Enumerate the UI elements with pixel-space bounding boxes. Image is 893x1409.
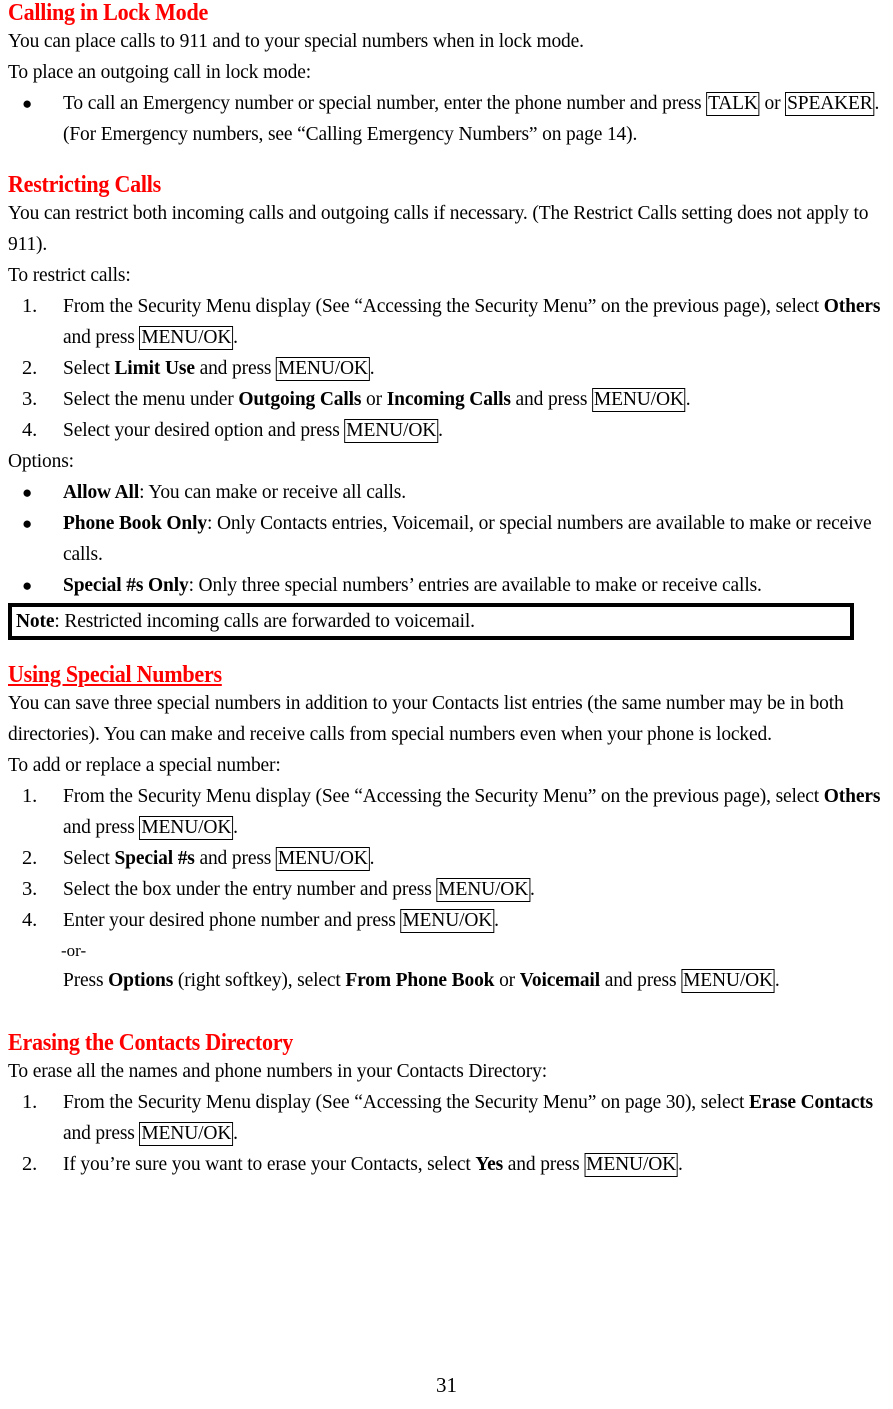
note-label: Note — [16, 610, 55, 632]
table-row: 2. If you’re sure you want to erase your… — [8, 1149, 889, 1180]
alternative-instruction: Press Options (right softkey), select Fr… — [8, 965, 889, 996]
keycap-menu-ok: MENU/OK — [139, 1122, 234, 1146]
note-body: : Restricted incoming calls are forwarde… — [54, 610, 475, 632]
step-text: From the Security Menu display (See “Acc… — [63, 295, 881, 350]
list-item-text: To call an Emergency number or special n… — [63, 92, 880, 145]
list-item: ● To call an Emergency number or special… — [8, 88, 889, 150]
emphasis-text: Yes — [475, 1153, 504, 1175]
emphasis-text: Special #s — [114, 847, 195, 869]
bullet-icon: ● — [22, 94, 33, 113]
emphasis-text: Incoming Calls — [386, 388, 511, 410]
list-item: ● Special #s Only: Only three special nu… — [8, 570, 889, 601]
steps-using-special-numbers: 1. From the Security Menu display (See “… — [8, 781, 889, 936]
table-row: 3. Select the menu under Outgoing Calls … — [8, 384, 889, 415]
step-number: 3. — [22, 388, 38, 410]
emphasis-text: Limit Use — [114, 357, 195, 379]
keycap-menu-ok: MENU/OK — [592, 388, 686, 412]
keycap-menu-ok: MENU/OK — [584, 1153, 678, 1177]
step-text: From the Security Menu display (See “Acc… — [63, 785, 881, 840]
step-number: 4. — [22, 909, 38, 931]
table-row: 3. Select the box under the entry number… — [8, 874, 889, 905]
keycap-menu-ok: MENU/OK — [139, 326, 234, 350]
step-number: 1. — [22, 295, 38, 317]
paragraph-restricting-intro-2: To restrict calls: — [8, 264, 131, 286]
alternative-instruction-text: Press Options (right softkey), select Fr… — [63, 969, 780, 993]
list-item-text: Phone Book Only: Only Contacts entries, … — [63, 512, 872, 565]
section-heading-erasing-contacts-directory: Erasing the Contacts Directory — [8, 1030, 294, 1056]
step-text: Select Special #s and press MENU/OK. — [63, 847, 375, 871]
alternative-separator: -or- — [61, 941, 87, 960]
paragraph-lock-mode-intro-2: To place an outgoing call in lock mode: — [8, 61, 311, 83]
note-text: Note: Restricted incoming calls are forw… — [16, 608, 844, 634]
section-heading-restricting-calls: Restricting Calls — [8, 172, 161, 198]
keycap-menu-ok: MENU/OK — [681, 969, 775, 993]
step-text: If you’re sure you want to erase your Co… — [63, 1153, 683, 1177]
step-text: Select the menu under Outgoing Calls or … — [63, 388, 691, 412]
manual-page: Calling in Lock Mode You can place calls… — [0, 0, 893, 1409]
step-text: Select your desired option and press MEN… — [63, 419, 443, 443]
paragraph-special-numbers-intro-1: You can save three special numbers in ad… — [8, 692, 844, 745]
table-row: 1. From the Security Menu display (See “… — [8, 1087, 889, 1149]
keycap-menu-ok: MENU/OK — [275, 847, 370, 871]
table-row: 2. Select Special #s and press MENU/OK. — [8, 843, 889, 874]
step-number: 1. — [22, 1091, 38, 1113]
emphasis-text: Others — [823, 785, 881, 807]
keycap-speaker: SPEAKER — [785, 92, 875, 116]
paragraph-restricting-intro-1: You can restrict both incoming calls and… — [8, 202, 869, 255]
emphasis-text: Allow All — [63, 481, 140, 503]
table-row: 4. Select your desired option and press … — [8, 415, 889, 446]
step-number: 2. — [22, 847, 38, 869]
paragraph-lock-mode-intro-1: You can place calls to 911 and to your s… — [8, 30, 584, 52]
emphasis-text: Phone Book Only — [63, 512, 207, 534]
page-number: 31 — [436, 1373, 457, 1397]
bullet-list-lock-mode: ● To call an Emergency number or special… — [8, 88, 889, 150]
bullet-icon: ● — [22, 576, 33, 595]
section-heading-using-special-numbers: Using Special Numbers — [8, 662, 222, 688]
step-number: 1. — [22, 785, 38, 807]
keycap-menu-ok: MENU/OK — [344, 419, 439, 443]
keycap-menu-ok: MENU/OK — [139, 816, 234, 840]
emphasis-text: Outgoing Calls — [238, 388, 362, 410]
bullet-list-restrict-options: ● Allow All: You can make or receive all… — [8, 477, 889, 601]
step-text: From the Security Menu display (See “Acc… — [63, 1091, 873, 1146]
emphasis-text: Erase Contacts — [748, 1091, 873, 1113]
list-item: ● Allow All: You can make or receive all… — [8, 477, 889, 508]
keycap-menu-ok: MENU/OK — [436, 878, 531, 902]
step-number: 4. — [22, 419, 38, 441]
note-callout-inner: Note: Restricted incoming calls are forw… — [11, 606, 851, 637]
table-row: 2. Select Limit Use and press MENU/OK. — [8, 353, 889, 384]
list-item-text: Special #s Only: Only three special numb… — [63, 574, 762, 596]
step-text: Enter your desired phone number and pres… — [63, 909, 499, 933]
keycap-menu-ok: MENU/OK — [400, 909, 495, 933]
paragraph-special-numbers-intro-2: To add or replace a special number: — [8, 754, 281, 776]
emphasis-text: From Phone Book — [345, 969, 495, 991]
emphasis-text: Others — [823, 295, 881, 317]
bullet-icon: ● — [22, 483, 33, 502]
table-row: 4. Enter your desired phone number and p… — [8, 905, 889, 936]
paragraph-erasing-intro: To erase all the names and phone numbers… — [8, 1060, 547, 1082]
step-number: 3. — [22, 878, 38, 900]
step-text: Select Limit Use and press MENU/OK. — [63, 357, 375, 381]
step-number: 2. — [22, 1153, 38, 1175]
list-item-text: Allow All: You can make or receive all c… — [63, 481, 406, 503]
step-text: Select the box under the entry number an… — [63, 878, 535, 902]
emphasis-text: Special #s Only — [63, 574, 189, 596]
emphasis-text: Options — [108, 969, 174, 991]
keycap-talk: TALK — [706, 92, 760, 116]
table-row: 1. From the Security Menu display (See “… — [8, 781, 889, 843]
steps-erasing-contacts: 1. From the Security Menu display (See “… — [8, 1087, 889, 1180]
step-number: 2. — [22, 357, 38, 379]
list-item: ● Phone Book Only: Only Contacts entries… — [8, 508, 889, 570]
section-heading-calling-in-lock-mode: Calling in Lock Mode — [8, 0, 208, 26]
options-label: Options: — [8, 450, 74, 472]
bullet-icon: ● — [22, 514, 33, 533]
steps-restricting-calls: 1. From the Security Menu display (See “… — [8, 291, 889, 446]
keycap-menu-ok: MENU/OK — [276, 357, 370, 381]
emphasis-text: Voicemail — [519, 969, 600, 991]
table-row: 1. From the Security Menu display (See “… — [8, 291, 889, 353]
note-callout-box: Note: Restricted incoming calls are forw… — [8, 603, 854, 640]
